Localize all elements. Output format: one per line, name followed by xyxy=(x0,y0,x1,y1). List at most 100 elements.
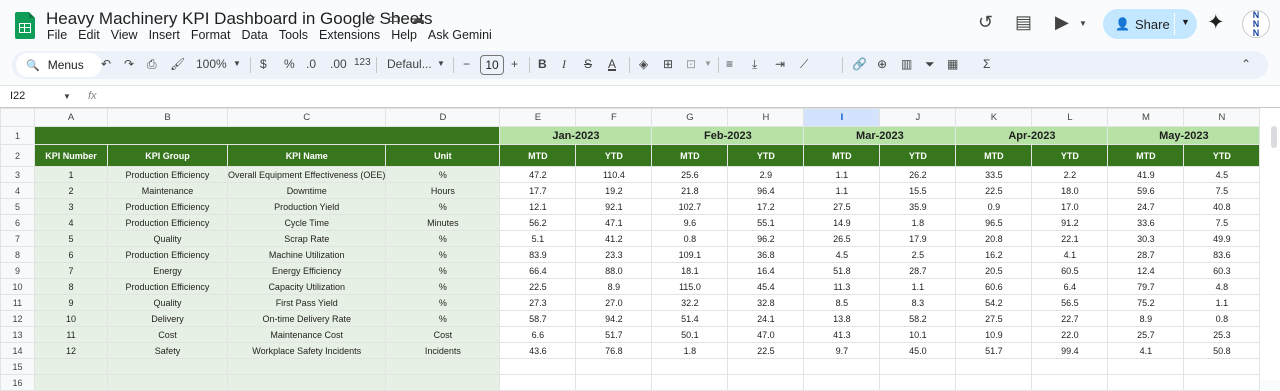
unit-cell[interactable]: % xyxy=(385,246,501,263)
menu-insert[interactable]: Insert xyxy=(149,28,180,42)
menu-help[interactable]: Help xyxy=(391,28,417,42)
unit-cell[interactable]: % xyxy=(385,278,501,295)
unit-cell[interactable]: Hours xyxy=(385,182,501,199)
value-cell[interactable]: 11.3 xyxy=(803,278,881,295)
column-header[interactable]: N xyxy=(1183,108,1261,127)
row-header[interactable]: 13 xyxy=(0,326,35,343)
kpi-number-cell[interactable]: 12 xyxy=(34,342,108,359)
month-header[interactable]: Jan-2023 xyxy=(499,126,653,145)
value-cell[interactable]: 0.8 xyxy=(1183,310,1261,327)
ytd-header[interactable]: YTD xyxy=(879,144,957,167)
avatar[interactable]: N N N xyxy=(1242,10,1270,38)
kpi-name-header[interactable]: KPI Name xyxy=(226,144,387,167)
kpi-group-cell[interactable]: Production Efficiency xyxy=(107,198,228,215)
row-header[interactable]: 15 xyxy=(0,358,35,375)
value-cell[interactable]: 58.2 xyxy=(879,310,957,327)
comments-icon[interactable]: ▤ xyxy=(1015,12,1032,33)
text-rotation-icon[interactable]: ⟋ xyxy=(800,57,808,72)
empty-cell[interactable] xyxy=(107,374,228,391)
unit-header[interactable]: Unit xyxy=(385,144,501,167)
column-header[interactable]: F xyxy=(575,108,653,127)
value-cell[interactable]: 20.5 xyxy=(955,262,1033,279)
value-cell[interactable]: 22.5 xyxy=(499,278,577,295)
column-header[interactable]: M xyxy=(1107,108,1185,127)
value-cell[interactable]: 41.9 xyxy=(1107,166,1185,183)
kpi-number-cell[interactable]: 6 xyxy=(34,246,108,263)
value-cell[interactable]: 60.3 xyxy=(1183,262,1261,279)
column-header[interactable]: G xyxy=(651,108,729,127)
value-cell[interactable]: 27.5 xyxy=(803,198,881,215)
value-cell[interactable]: 102.7 xyxy=(651,198,729,215)
meet-icon[interactable]: ▶ xyxy=(1055,12,1069,33)
empty-cell[interactable] xyxy=(575,358,653,375)
mtd-header[interactable]: MTD xyxy=(651,144,729,167)
empty-cell[interactable] xyxy=(1107,374,1185,391)
value-cell[interactable]: 43.6 xyxy=(499,342,577,359)
empty-cell[interactable] xyxy=(499,358,577,375)
value-cell[interactable]: 47.1 xyxy=(575,214,653,231)
value-cell[interactable]: 49.9 xyxy=(1183,230,1261,247)
value-cell[interactable]: 27.5 xyxy=(955,310,1033,327)
value-cell[interactable]: 9.6 xyxy=(651,214,729,231)
empty-cell[interactable] xyxy=(803,374,881,391)
unit-cell[interactable]: Minutes xyxy=(385,214,501,231)
vertical-scrollbar[interactable] xyxy=(1271,126,1277,148)
value-cell[interactable]: 17.2 xyxy=(727,198,805,215)
empty-cell[interactable] xyxy=(1107,358,1185,375)
unit-cell[interactable]: % xyxy=(385,198,501,215)
row-header[interactable]: 14 xyxy=(0,342,35,359)
value-cell[interactable]: 109.1 xyxy=(651,246,729,263)
value-cell[interactable]: 24.7 xyxy=(1107,198,1185,215)
menu-tools[interactable]: Tools xyxy=(279,28,308,42)
value-cell[interactable]: 21.8 xyxy=(651,182,729,199)
value-cell[interactable]: 33.5 xyxy=(955,166,1033,183)
column-header[interactable]: A xyxy=(34,108,108,127)
value-cell[interactable]: 28.7 xyxy=(1107,246,1185,263)
row-header[interactable]: 2 xyxy=(0,144,35,167)
value-cell[interactable]: 60.5 xyxy=(1031,262,1109,279)
merge-cells-icon[interactable]: ⊡ xyxy=(686,57,696,71)
value-cell[interactable]: 7.5 xyxy=(1183,182,1261,199)
kpi-name-cell[interactable]: On-time Delivery Rate xyxy=(226,310,387,327)
value-cell[interactable]: 88.0 xyxy=(575,262,653,279)
empty-cell[interactable] xyxy=(1183,358,1261,375)
value-cell[interactable]: 51.8 xyxy=(803,262,881,279)
value-cell[interactable]: 2.5 xyxy=(879,246,957,263)
redo-icon[interactable]: ↷ xyxy=(124,57,134,71)
column-header[interactable]: B xyxy=(107,108,228,127)
column-header[interactable]: D xyxy=(385,108,501,127)
empty-cell[interactable] xyxy=(34,374,108,391)
value-cell[interactable]: 47.2 xyxy=(499,166,577,183)
kpi-group-cell[interactable]: Maintenance xyxy=(107,182,228,199)
unit-cell[interactable]: % xyxy=(385,294,501,311)
value-cell[interactable]: 1.1 xyxy=(879,278,957,295)
value-cell[interactable]: 94.2 xyxy=(575,310,653,327)
meet-dropdown-icon[interactable]: ▼ xyxy=(1079,19,1087,28)
menu-data[interactable]: Data xyxy=(241,28,267,42)
value-cell[interactable]: 32.8 xyxy=(727,294,805,311)
unit-cell[interactable]: % xyxy=(385,262,501,279)
value-cell[interactable]: 22.1 xyxy=(1031,230,1109,247)
kpi-name-cell[interactable]: Downtime xyxy=(226,182,387,199)
row-header[interactable]: 7 xyxy=(0,230,35,247)
value-cell[interactable]: 6.4 xyxy=(1031,278,1109,295)
value-cell[interactable]: 16.2 xyxy=(955,246,1033,263)
value-cell[interactable]: 8.9 xyxy=(575,278,653,295)
value-cell[interactable]: 92.1 xyxy=(575,198,653,215)
value-cell[interactable]: 83.6 xyxy=(1183,246,1261,263)
borders-icon[interactable]: ⊞ xyxy=(663,57,673,71)
zoom-select[interactable]: 100% xyxy=(196,57,227,71)
value-cell[interactable]: 51.7 xyxy=(955,342,1033,359)
value-cell[interactable]: 14.9 xyxy=(803,214,881,231)
font-size-input[interactable]: 10 xyxy=(480,55,504,75)
value-cell[interactable]: 41.2 xyxy=(575,230,653,247)
unit-cell[interactable]: % xyxy=(385,310,501,327)
row-header[interactable]: 12 xyxy=(0,310,35,327)
value-cell[interactable]: 24.1 xyxy=(727,310,805,327)
row-header[interactable]: 8 xyxy=(0,246,35,263)
column-header[interactable]: J xyxy=(879,108,957,127)
row-header[interactable]: 16 xyxy=(0,374,35,391)
value-cell[interactable]: 4.5 xyxy=(1183,166,1261,183)
value-cell[interactable]: 45.4 xyxy=(727,278,805,295)
value-cell[interactable]: 36.8 xyxy=(727,246,805,263)
